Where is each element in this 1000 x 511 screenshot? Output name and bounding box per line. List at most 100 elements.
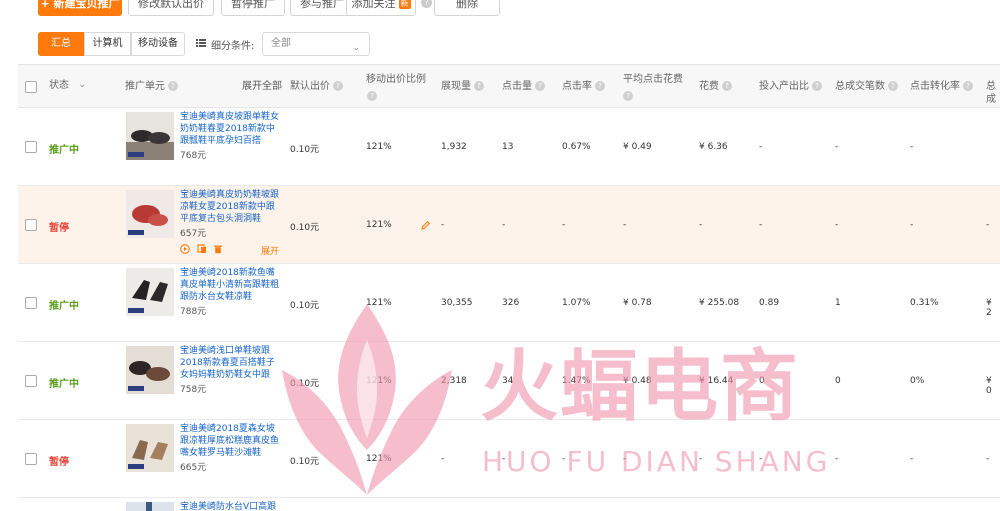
default-bid: 0.10元 — [290, 379, 320, 389]
avg-cpc: - — [623, 454, 627, 464]
header-unit: 推广单元? — [125, 80, 178, 93]
roi: 0 — [759, 376, 765, 386]
add-follow-button[interactable]: 添加关注新 — [346, 0, 416, 16]
default-bid: 0.10元 — [290, 145, 320, 155]
impressions: 2,318 — [441, 376, 467, 386]
expand-all-link[interactable]: 展开全部 — [242, 80, 282, 93]
filter-bar: 汇总 计算机 移动设备 细分条件: 全部 ⌄ — [0, 28, 1000, 62]
transactions: - — [835, 142, 839, 152]
pause-button[interactable]: 暂停推广 — [221, 0, 285, 16]
new-plan-button[interactable]: + 新建宝贝推广 — [38, 0, 122, 16]
product-name-link[interactable]: 宝迪美崎真皮奶奶鞋坡跟凉鞋女夏2018新款中跟平底复古包头洞洞鞋 — [180, 189, 280, 225]
product-name-link[interactable]: 宝迪美崎2018夏森女坡跟凉鞋厚底松糕鹿真皮鱼嘴女鞋罗马鞋沙滩鞋 — [180, 423, 280, 459]
mobile-ratio: 121% — [366, 298, 392, 308]
product-thumbnail — [126, 424, 174, 472]
clicks: 13 — [502, 142, 514, 152]
ctr: 0.67% — [562, 142, 591, 152]
status-badge: 推广中 — [49, 145, 79, 156]
pencil-icon[interactable] — [420, 220, 431, 231]
product-name-link[interactable]: 宝迪美崎浅口单鞋坡跟2018新款春夏百搭鞋子女妈妈鞋奶奶鞋女中跟 — [180, 345, 280, 381]
row-checkbox[interactable] — [25, 375, 37, 387]
product-name-link[interactable]: 宝迪美崎真皮坡跟单鞋女奶奶鞋春夏2018新款中跟瓢鞋平底孕妇百搭 — [180, 111, 280, 147]
trash-icon[interactable] — [213, 244, 223, 254]
conversion: 0.31% — [910, 298, 939, 308]
product-price: 788元 — [180, 307, 207, 317]
product-price: 768元 — [180, 151, 207, 161]
roi: 0.89 — [759, 298, 780, 308]
play-icon[interactable] — [180, 244, 190, 254]
help-icon: ? — [812, 81, 822, 91]
impressions: 1,932 — [441, 142, 467, 152]
cost: - — [699, 220, 703, 230]
table-row[interactable]: 推广中 宝迪美崎真皮坡跟单鞋女奶奶鞋春夏2018新款中跟瓢鞋平底孕妇百搭 768… — [18, 108, 1000, 186]
header-total-transactions: 总成交笔数? — [835, 80, 898, 93]
default-bid: 0.10元 — [290, 457, 320, 467]
table-row[interactable]: 暂停 宝迪美崎2018夏森女坡跟凉鞋厚底松糕鹿真皮鱼嘴女鞋罗马鞋沙滩鞋 665元… — [18, 420, 1000, 498]
join-button[interactable]: 参与推广 — [290, 0, 354, 16]
product-thumbnail — [126, 502, 174, 511]
select-all-checkbox[interactable] — [25, 81, 37, 93]
delete-button[interactable]: 删除 — [434, 0, 500, 16]
ctr: 1.47% — [562, 376, 591, 386]
condition-value: 全部 — [271, 38, 291, 49]
clicks: 34 — [502, 376, 514, 386]
chevron-down-icon[interactable]: ⌄ — [78, 78, 86, 91]
roi: - — [759, 454, 763, 464]
help-icon: ? — [474, 81, 484, 91]
impressions: - — [441, 454, 445, 464]
help-icon: ? — [888, 81, 898, 91]
table-row[interactable]: 推广中 宝迪美崎浅口单鞋坡跟2018新款春夏百搭鞋子女妈妈鞋奶奶鞋女中跟 758… — [18, 342, 1000, 420]
tab-computer[interactable]: 计算机 — [84, 32, 131, 56]
mobile-ratio: 121% — [366, 142, 392, 152]
avg-cpc: - — [623, 220, 627, 230]
transactions: - — [835, 454, 839, 464]
last-column: - — [986, 454, 990, 464]
copy-icon[interactable] — [197, 244, 207, 254]
transactions: - — [835, 220, 839, 230]
roi: - — [759, 142, 763, 152]
status-badge: 推广中 — [49, 379, 79, 390]
header-roi: 投入产出比? — [759, 80, 822, 93]
add-follow-label: 添加关注 — [351, 0, 396, 10]
row-checkbox[interactable] — [25, 141, 37, 153]
row-checkbox[interactable] — [25, 219, 37, 231]
tab-summary[interactable]: 汇总 — [38, 32, 84, 56]
cost: - — [699, 454, 703, 464]
table-row[interactable]: 推广中 宝迪美崎2018新款鱼嘴真皮单鞋小清新高跟鞋粗跟防水台女鞋凉鞋 788元… — [18, 264, 1000, 342]
tab-mobile[interactable]: 移动设备 — [131, 32, 185, 56]
product-thumbnail — [126, 346, 174, 394]
help-icon: ? — [367, 91, 377, 101]
header-ctr: 点击率? — [562, 80, 605, 93]
new-badge: 新 — [398, 0, 411, 9]
condition-select[interactable]: 全部 ⌄ — [262, 32, 370, 56]
row-checkbox[interactable] — [25, 297, 37, 309]
cost: ¥ 255.08 — [699, 298, 740, 308]
row-checkbox[interactable] — [25, 453, 37, 465]
help-icon[interactable]: ? — [421, 0, 432, 8]
product-price: 758元 — [180, 385, 207, 395]
table-row[interactable]: 宝迪美崎防水台V口高跟 — [18, 498, 1000, 511]
expand-link[interactable]: 展开 — [261, 244, 279, 257]
help-icon: ? — [595, 81, 605, 91]
product-name-link[interactable]: 宝迪美崎防水台V口高跟 — [180, 501, 280, 511]
default-bid: 0.10元 — [290, 223, 320, 233]
toolbar: + 新建宝贝推广 修改默认出价 暂停推广 参与推广 添加关注新 ? 删除 — [0, 0, 1000, 20]
product-thumbnail — [126, 112, 174, 160]
table-row[interactable]: 暂停 宝迪美崎真皮奶奶鞋坡跟凉鞋女夏2018新款中跟平底复古包头洞洞鞋 657元… — [18, 186, 1000, 264]
status-badge: 暂停 — [49, 223, 69, 234]
mobile-ratio: 121% — [366, 454, 392, 464]
default-bid: 0.10元 — [290, 301, 320, 311]
chevron-down-icon: ⌄ — [352, 43, 360, 53]
cost: ¥ 6.36 — [699, 142, 728, 152]
clicks: - — [502, 220, 506, 230]
modify-bid-button[interactable]: 修改默认出价 — [128, 0, 214, 16]
mobile-ratio: 121% — [366, 376, 392, 386]
product-thumbnail — [126, 268, 174, 316]
clicks: - — [502, 454, 506, 464]
last-column: ¥ 2 — [986, 298, 992, 318]
product-name-link[interactable]: 宝迪美崎2018新款鱼嘴真皮单鞋小清新高跟鞋粗跟防水台女鞋凉鞋 — [180, 267, 280, 303]
avg-cpc: ¥ 0.49 — [623, 142, 652, 152]
last-column: ¥ 0 — [986, 376, 992, 396]
conversion: - — [910, 220, 914, 230]
last-column: - — [986, 220, 990, 230]
